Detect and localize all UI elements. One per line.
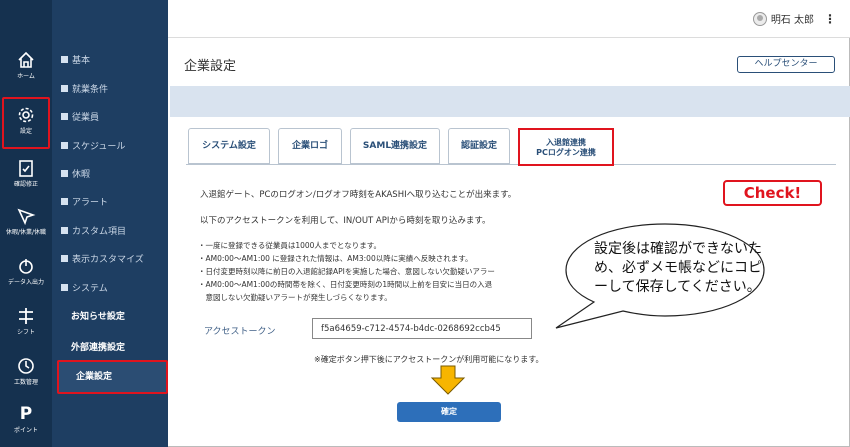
tab-auth-settings[interactable]: 認証設定 bbox=[448, 128, 510, 164]
subnav-item-alert[interactable]: アラート bbox=[61, 195, 108, 211]
rail-label-worktime: 工数管理 bbox=[13, 379, 38, 386]
subnav-item-employees[interactable]: 従業員 bbox=[61, 110, 99, 126]
subnav-label: 表示カスタマイズ bbox=[72, 255, 144, 265]
description-2: 以下のアクセストークンを利用して、IN/OUT APIから時刻を取り込みます。 bbox=[200, 216, 491, 226]
rail-label-shift: シフト bbox=[16, 329, 35, 336]
subnav-item-company-settings[interactable]: 企業設定 bbox=[57, 360, 168, 394]
subnav-label-company-settings: 企業設定 bbox=[76, 372, 113, 382]
top-bar: 明石 太郎 ⋮ bbox=[168, 0, 850, 38]
rail-label-leave: 休暇/休業/休職 bbox=[5, 229, 47, 236]
subnav-item-display-customize[interactable]: 表示カスタマイズ bbox=[61, 252, 144, 268]
subnav-label: 就業条件 bbox=[72, 85, 109, 95]
tab-label-line2: PCログオン連携 bbox=[536, 148, 596, 157]
bubble-text: 設定後は確認ができないため、必ずメモ帳などにコピーして保存してください。 bbox=[594, 241, 762, 295]
subnav-label: 基本 bbox=[72, 56, 91, 66]
square-icon bbox=[61, 255, 68, 262]
tab-gate-pc-logon[interactable]: 入退館連携 PCログオン連携 bbox=[518, 128, 614, 166]
access-token-input[interactable] bbox=[312, 318, 532, 339]
rail-settings-highlight bbox=[2, 97, 50, 149]
tab-system-settings[interactable]: システム設定 bbox=[188, 128, 270, 164]
bullet-2: ・AM0:00～AM1:00 に登録された情報は、AM3:00以降に実績へ反映さ… bbox=[198, 254, 473, 263]
subnav-item-leave[interactable]: 休暇 bbox=[61, 167, 90, 183]
subnav-item-schedule[interactable]: スケジュール bbox=[61, 139, 125, 155]
rail-item-worktime[interactable]: 工数管理 bbox=[0, 350, 52, 402]
square-icon bbox=[61, 113, 68, 120]
down-arrow-icon bbox=[430, 365, 466, 395]
bullet-3: ・日付変更時刻以降に前日の入退館記録APIを実施した場合、意図しない欠勤疑いアラ… bbox=[198, 267, 495, 276]
page-title: 企業設定 bbox=[184, 59, 237, 74]
access-token-label: アクセストークン bbox=[204, 327, 276, 337]
bullet-5: 意図しない欠勤疑いアラートが発生しづらくなります。 bbox=[198, 293, 392, 302]
subnav-item-external-integration[interactable]: 外部連携設定 bbox=[71, 340, 125, 356]
rail-label-correction: 確認修正 bbox=[13, 181, 38, 188]
subnav-item-work-conditions[interactable]: 就業条件 bbox=[61, 82, 108, 98]
token-note: ※確定ボタン押下後にアクセストークンが利用可能になります。 bbox=[314, 355, 544, 364]
subnav-item-notice-settings[interactable]: お知らせ設定 bbox=[71, 309, 125, 325]
rail-item-point[interactable]: P ポイント bbox=[0, 400, 52, 447]
square-icon bbox=[61, 85, 68, 92]
subnav-item-custom-fields[interactable]: カスタム項目 bbox=[61, 224, 126, 240]
subnav-item-basic[interactable]: 基本 bbox=[61, 53, 90, 69]
rail-label-home: ホーム bbox=[17, 73, 35, 80]
avatar bbox=[752, 12, 767, 26]
clipboard-check-icon bbox=[19, 160, 33, 177]
more-icon[interactable]: ⋮ bbox=[824, 12, 836, 26]
confirm-button[interactable]: 確定 bbox=[397, 402, 501, 422]
description-1: 入退館ゲート、PCのログオン/ログオフ時刻をAKASHIへ取り込むことが出来ます… bbox=[200, 190, 517, 200]
subnav-label: カスタム項目 bbox=[72, 227, 127, 237]
subnav-label: アラート bbox=[72, 198, 109, 208]
bullet-1: ・一度に登録できる従業員は1000人までとなります。 bbox=[198, 241, 381, 250]
square-icon bbox=[61, 198, 68, 205]
subnav-label: システム bbox=[72, 284, 108, 294]
square-icon bbox=[61, 227, 68, 234]
rail-item-correction[interactable]: 確認修正 bbox=[0, 152, 52, 204]
subnav-label: スケジュール bbox=[72, 142, 126, 152]
tab-saml-settings[interactable]: SAML連携設定 bbox=[350, 128, 440, 164]
square-icon bbox=[61, 170, 68, 177]
rail-label-export: データ入出力 bbox=[7, 279, 44, 286]
home-icon bbox=[18, 51, 34, 68]
rail-label-point: ポイント bbox=[13, 427, 38, 434]
rail-item-home[interactable]: ホーム bbox=[0, 44, 52, 96]
subnav-item-system[interactable]: システム bbox=[61, 281, 108, 297]
tab-company-logo[interactable]: 企業ロゴ bbox=[278, 128, 342, 164]
rail-item-export[interactable]: データ入出力 bbox=[0, 250, 52, 302]
rail-item-leave[interactable]: 休暇/休業/休職 bbox=[0, 200, 52, 252]
power-icon bbox=[19, 259, 33, 274]
point-icon: P bbox=[19, 404, 33, 424]
tab-label-line1: 入退館連携 bbox=[546, 138, 586, 147]
clock-icon bbox=[18, 358, 34, 374]
square-icon bbox=[61, 142, 68, 149]
subnav-label: 休暇 bbox=[72, 170, 91, 180]
user-name: 明石 太郎 bbox=[770, 15, 814, 26]
square-icon bbox=[61, 56, 68, 63]
user-menu[interactable]: 明石 太郎 ⋮ bbox=[752, 11, 836, 26]
shift-icon bbox=[19, 308, 33, 324]
rail-item-shift[interactable]: シフト bbox=[0, 300, 52, 352]
check-badge: Check! bbox=[723, 180, 822, 206]
square-icon bbox=[61, 284, 68, 291]
subnav-label: 従業員 bbox=[72, 113, 100, 123]
help-center-button[interactable]: ヘルプセンター bbox=[737, 56, 835, 73]
tab-divider bbox=[186, 164, 836, 165]
plane-icon bbox=[17, 208, 36, 226]
bullet-4: ・AM0:00～AM1:00の時間帯を除く、日付変更時刻の1時間以上前を目安に当… bbox=[198, 280, 493, 289]
header-band bbox=[170, 86, 850, 117]
icon-rail: ホーム 設定 確認修正 休暇/休業/休職 データ入出力 シフト 工数管理 P ポ… bbox=[0, 0, 52, 447]
